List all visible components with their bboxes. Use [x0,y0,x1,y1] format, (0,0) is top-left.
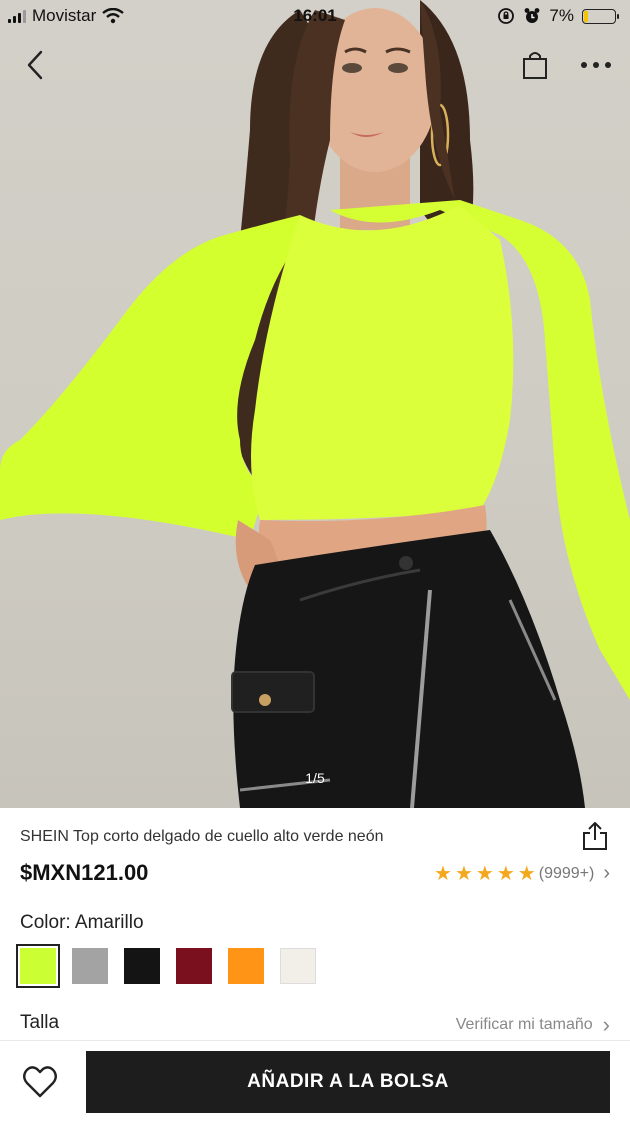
size-check-link[interactable]: Verificar mi tamaño › [456,1012,610,1038]
gallery-pager: 1/5 [305,770,325,786]
product-title: SHEIN Top corto delgado de cuello alto v… [20,828,384,845]
rating-count: (9999+) [538,864,595,882]
heart-icon [23,1066,57,1098]
battery-icon [582,8,619,24]
product-price: $MXN121.00 [20,860,149,885]
color-swatch[interactable] [16,944,60,988]
share-icon [583,822,607,850]
bottom-action-bar: AÑADIR A LA BOLSA [0,1040,630,1121]
product-image-gallery[interactable]: Movistar 16:01 7% 1/5 [0,0,630,808]
shopping-bag-button[interactable] [518,48,552,82]
star-icon: ★ [434,862,452,885]
shopping-bag-icon [523,52,547,79]
more-options-button[interactable] [578,48,614,82]
star-icon: ★ [496,862,515,885]
more-icon [581,62,611,68]
chevron-left-icon [27,50,43,80]
color-swatch[interactable] [228,948,264,984]
star-icon: ★ [475,862,494,885]
color-swatch[interactable] [72,948,108,984]
share-button[interactable] [580,820,610,852]
color-label: Color: Amarillo [20,912,144,933]
chevron-right-icon: › [603,862,610,884]
battery-percent: 7% [549,6,574,25]
product-photo [0,0,630,808]
star-icon: ★ [517,862,536,885]
alarm-icon [525,8,540,23]
color-swatches [16,944,316,988]
product-rating[interactable]: ★ ★ ★ ★ ★ (9999+) › [434,862,610,885]
product-title-row: SHEIN Top corto delgado de cuello alto v… [20,822,610,852]
chevron-right-icon: › [602,1012,610,1037]
star-icon: ★ [454,862,473,885]
size-check-label: Verificar mi tamaño [455,1016,593,1033]
favorite-button[interactable] [22,1065,58,1101]
back-button[interactable] [18,48,52,82]
rotation-lock-icon [498,8,515,24]
status-bar: Movistar 16:01 7% [0,0,630,34]
color-swatch[interactable] [176,948,212,984]
size-label: Talla [20,1012,60,1033]
color-swatch[interactable] [280,948,316,984]
color-swatch[interactable] [124,948,160,984]
size-row: Talla Verificar mi tamaño › [20,1012,610,1037]
add-to-bag-button[interactable]: AÑADIR A LA BOLSA [86,1051,610,1113]
